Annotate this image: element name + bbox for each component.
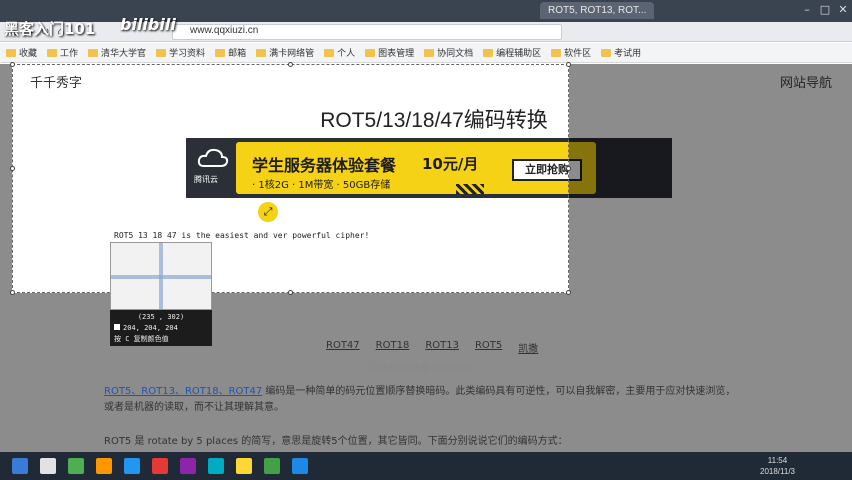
folder-icon (483, 48, 494, 57)
move-cursor-icon: ⤢ (258, 202, 278, 222)
magnifier-panel (110, 242, 212, 310)
folder-icon (88, 48, 99, 57)
bookmark-item[interactable]: 满卡网络管 (256, 46, 314, 59)
resize-handle[interactable] (566, 62, 571, 67)
color-info-panel: (235 , 302) 204, 204, 204 按 C 复制颜色值 (110, 310, 212, 346)
rot-link[interactable]: ROT5、ROT13、ROT18、ROT47 (104, 386, 262, 397)
rot5-paragraph: ROT5 是 rotate by 5 places 的简写，意思是旋转5个位置，… (104, 436, 568, 447)
bookmark-item[interactable]: 学习资料 (156, 46, 205, 59)
star-icon (6, 48, 16, 57)
folder-icon (47, 48, 58, 57)
taskbar: 11:54 2018/11/3 (0, 452, 852, 480)
color-swatch (114, 324, 120, 330)
minimize-icon[interactable]: – (800, 4, 814, 16)
folder-icon (424, 48, 435, 57)
bookmark-item[interactable]: 考试用 (601, 46, 641, 59)
bilibili-logo: bilibili (120, 15, 176, 34)
resize-handle[interactable] (288, 290, 293, 295)
cipher-sample-text: ROT5 13 18 47 is the easiest and ver pow… (114, 231, 370, 240)
bookmark-item[interactable]: 图表管理 (365, 46, 414, 59)
close-icon[interactable]: ✕ (836, 4, 850, 16)
taskbar-clock[interactable]: 11:54 2018/11/3 (760, 455, 795, 477)
folder-icon (156, 48, 167, 57)
crosshair-vertical (159, 243, 163, 309)
folder-icon (324, 48, 335, 57)
app-icon[interactable] (236, 458, 252, 474)
dim-overlay (0, 64, 12, 293)
tab-caesar[interactable]: 凯撒 (518, 340, 538, 355)
cipher-tabs: ROT47 ROT18 ROT13 ROT5 凯撒 (326, 340, 538, 355)
bookmark-item[interactable]: 个人 (324, 46, 355, 59)
folder-icon (215, 48, 226, 57)
browser-tab[interactable]: ROT5, ROT13, ROT... (540, 2, 655, 19)
folder-icon (551, 48, 562, 57)
resize-handle[interactable] (566, 166, 571, 171)
app-icon[interactable] (208, 458, 224, 474)
folder-icon (601, 48, 612, 57)
tab-rot47[interactable]: ROT47 (326, 340, 360, 355)
start-icon[interactable] (12, 458, 28, 474)
dim-overlay (569, 64, 852, 293)
resize-handle[interactable] (10, 62, 15, 67)
bookmarks-bar: 收藏 工作 清华大学官 学习资料 邮箱 满卡网络管 个人 图表管理 协同文档 编… (0, 43, 852, 63)
app-icon[interactable] (180, 458, 196, 474)
url-text: www.qqxiuzi.cn (190, 25, 259, 36)
resize-handle[interactable] (288, 62, 293, 67)
app-icon[interactable] (68, 458, 84, 474)
maximize-icon[interactable]: □ (818, 4, 832, 16)
app-icon[interactable] (96, 458, 112, 474)
app-icon[interactable] (40, 458, 56, 474)
app-icon[interactable] (124, 458, 140, 474)
folder-icon (256, 48, 267, 57)
resize-handle[interactable] (10, 166, 15, 171)
copy-color-hint: 按 C 复制颜色值 (114, 335, 169, 343)
tab-rot5[interactable]: ROT5 (475, 340, 502, 355)
channel-watermark: 黑客入门101 (4, 20, 96, 38)
folder-icon (365, 48, 376, 57)
app-icon[interactable] (264, 458, 280, 474)
resize-handle[interactable] (566, 290, 571, 295)
bookmark-item[interactable]: 清华大学官 (88, 46, 146, 59)
rgb-value: 204, 204, 204 (123, 324, 178, 332)
app-icon[interactable] (152, 458, 168, 474)
tabs-note: （点击标题可查看不同的转换） (365, 363, 477, 372)
intro-paragraph: ROT5、ROT13、ROT18、ROT47 编码是一种简单的码元位置顺序替换暗… (104, 386, 736, 413)
app-icon[interactable] (292, 458, 308, 474)
tab-rot18[interactable]: ROT18 (376, 340, 410, 355)
capture-selection[interactable] (12, 64, 569, 293)
bookmark-item[interactable]: 邮箱 (215, 46, 246, 59)
tab-strip: ROT5, ROT13, ROT... (540, 2, 655, 19)
tab-rot13[interactable]: ROT13 (425, 340, 459, 355)
bookmark-item[interactable]: 编程辅助区 (483, 46, 541, 59)
bookmark-item[interactable]: 协同文档 (424, 46, 473, 59)
cursor-coordinates: (235 , 302) (137, 313, 185, 321)
bookmark-item[interactable]: 收藏 (6, 46, 37, 59)
bookmark-item[interactable]: 工作 (47, 46, 78, 59)
bookmark-item[interactable]: 软件区 (551, 46, 591, 59)
resize-handle[interactable] (10, 290, 15, 295)
